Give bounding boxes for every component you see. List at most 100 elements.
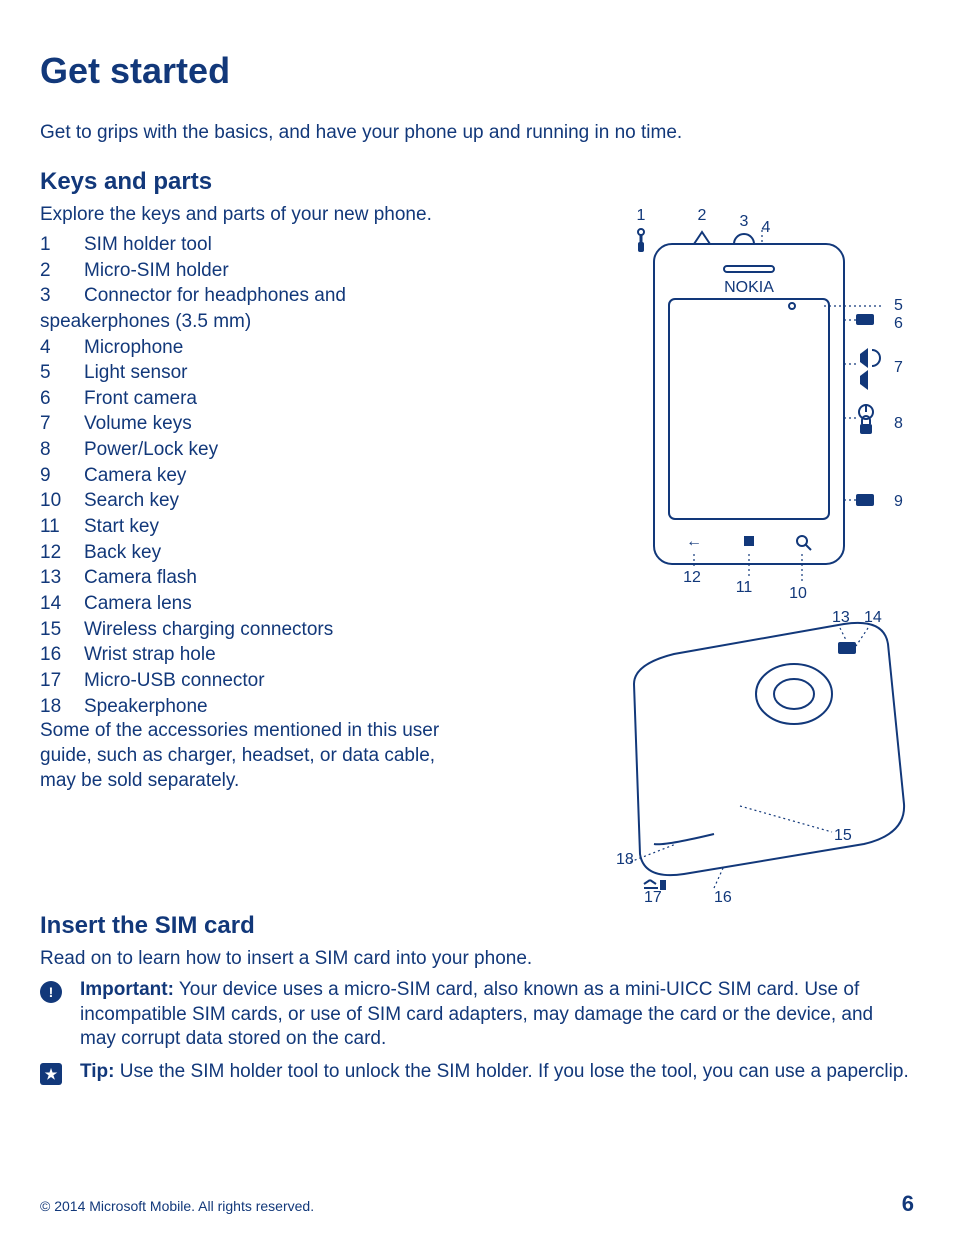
part-label: Volume keys [84,411,192,437]
parts-list-row: 18 Speakerphone [40,694,540,720]
phone-diagram: NOKIA ← [584,204,914,904]
svg-text:NOKIA: NOKIA [724,279,774,296]
part-label: SIM holder tool [84,232,212,258]
parts-list-row: 15 Wireless charging connectors [40,617,540,643]
intro-text: Get to grips with the basics, and have y… [40,122,914,144]
important-label: Important: [80,979,174,1000]
svg-text:8: 8 [894,415,903,432]
svg-text:13: 13 [832,609,850,626]
parts-list-row: 11 Start key [40,514,540,540]
part-number: 9 [40,463,64,489]
part-label: Micro-USB connector [84,668,265,694]
important-body: Your device uses a micro-SIM card, also … [80,979,873,1049]
tip-note: ★ Tip: Use the SIM holder tool to unlock… [40,1060,914,1085]
svg-text:11: 11 [736,579,753,596]
parts-list-row: 7 Volume keys [40,411,540,437]
page-footer: © 2014 Microsoft Mobile. All rights rese… [40,1191,914,1217]
part-label: Speakerphone [84,694,208,720]
tip-body: Use the SIM holder tool to unlock the SI… [114,1061,908,1082]
part-number: 18 [40,694,64,720]
part-label: Camera flash [84,565,197,591]
parts-list-row: 17 Micro-USB connector [40,668,540,694]
part-number: 6 [40,386,64,412]
parts-list-row: 6 Front camera [40,386,540,412]
svg-text:2: 2 [698,207,707,224]
part-number: 16 [40,642,64,668]
part-label: Camera lens [84,591,192,617]
part-number: 13 [40,565,64,591]
parts-column: Explore the keys and parts of your new p… [40,204,540,904]
parts-list-row: 2 Micro-SIM holder [40,258,540,284]
part-label: Wrist strap hole [84,642,216,668]
parts-list-row: 12 Back key [40,540,540,566]
parts-list-row: 5 Light sensor [40,360,540,386]
parts-list-row: 9 Camera key [40,463,540,489]
svg-text:4: 4 [762,219,771,236]
page-number: 6 [902,1191,914,1217]
svg-text:18: 18 [616,851,634,868]
part-number: 10 [40,488,64,514]
tip-label: Tip: [80,1061,114,1082]
page: Get started Get to grips with the basics… [0,0,954,1257]
important-text: Important: Your device uses a micro-SIM … [80,978,914,1052]
keys-intro: Explore the keys and parts of your new p… [40,204,540,226]
important-icon: ! [40,981,62,1003]
svg-text:15: 15 [834,827,852,844]
parts-list-row: 13 Camera flash [40,565,540,591]
svg-text:16: 16 [714,889,732,904]
svg-text:5: 5 [894,297,903,314]
part-label: Light sensor [84,360,188,386]
page-title: Get started [40,50,914,92]
tip-icon: ★ [40,1063,62,1085]
part-number: 12 [40,540,64,566]
part-label: Microphone [84,335,183,361]
part-label: Camera key [84,463,186,489]
copyright: © 2014 Microsoft Mobile. All rights rese… [40,1198,314,1214]
part-number: 5 [40,360,64,386]
svg-text:←: ← [686,533,702,550]
diagram-svg: NOKIA ← [584,204,914,904]
sim-intro: Read on to learn how to insert a SIM car… [40,948,914,970]
svg-text:3: 3 [740,213,749,230]
part-number: 7 [40,411,64,437]
svg-text:10: 10 [789,585,807,602]
part-number: 2 [40,258,64,284]
svg-text:12: 12 [683,569,701,586]
part-number: 11 [40,514,64,540]
part-label: Back key [84,540,161,566]
svg-text:14: 14 [864,609,882,626]
svg-text:7: 7 [894,359,903,376]
part-label: Start key [84,514,159,540]
diagram-column: NOKIA ← [564,204,914,904]
parts-list-wrap: speakerphones (3.5 mm) [40,309,540,335]
parts-list-row: 10 Search key [40,488,540,514]
part-label: Search key [84,488,179,514]
keys-heading: Keys and parts [40,168,914,196]
sim-heading: Insert the SIM card [40,912,914,940]
svg-text:1: 1 [637,207,646,224]
parts-list-row: 14 Camera lens [40,591,540,617]
part-label: Wireless charging connectors [84,617,333,643]
part-number: 14 [40,591,64,617]
part-number: 8 [40,437,64,463]
part-number: 15 [40,617,64,643]
keys-section: Explore the keys and parts of your new p… [40,204,914,904]
parts-list-row: 1 SIM holder tool [40,232,540,258]
parts-list: 1 SIM holder tool 2 Micro-SIM holder 3 Connec… [40,232,540,719]
part-number: 17 [40,668,64,694]
parts-list-row: 4 Microphone [40,335,540,361]
part-number: 1 [40,232,64,258]
part-label: Power/Lock key [84,437,218,463]
part-label: Connector for headphones and [84,283,346,309]
svg-text:6: 6 [894,315,903,332]
part-label: Micro-SIM holder [84,258,229,284]
important-note: ! Important: Your device uses a micro-SI… [40,978,914,1052]
tip-text: Tip: Use the SIM holder tool to unlock t… [80,1060,909,1085]
part-number: 3 [40,283,64,309]
svg-text:17: 17 [644,889,662,904]
part-label: Front camera [84,386,197,412]
part-number: 4 [40,335,64,361]
svg-text:9: 9 [894,493,903,510]
parts-list-row: 3 Connector for headphones and [40,283,540,309]
accessories-note: Some of the accessories mentioned in thi… [40,719,460,793]
